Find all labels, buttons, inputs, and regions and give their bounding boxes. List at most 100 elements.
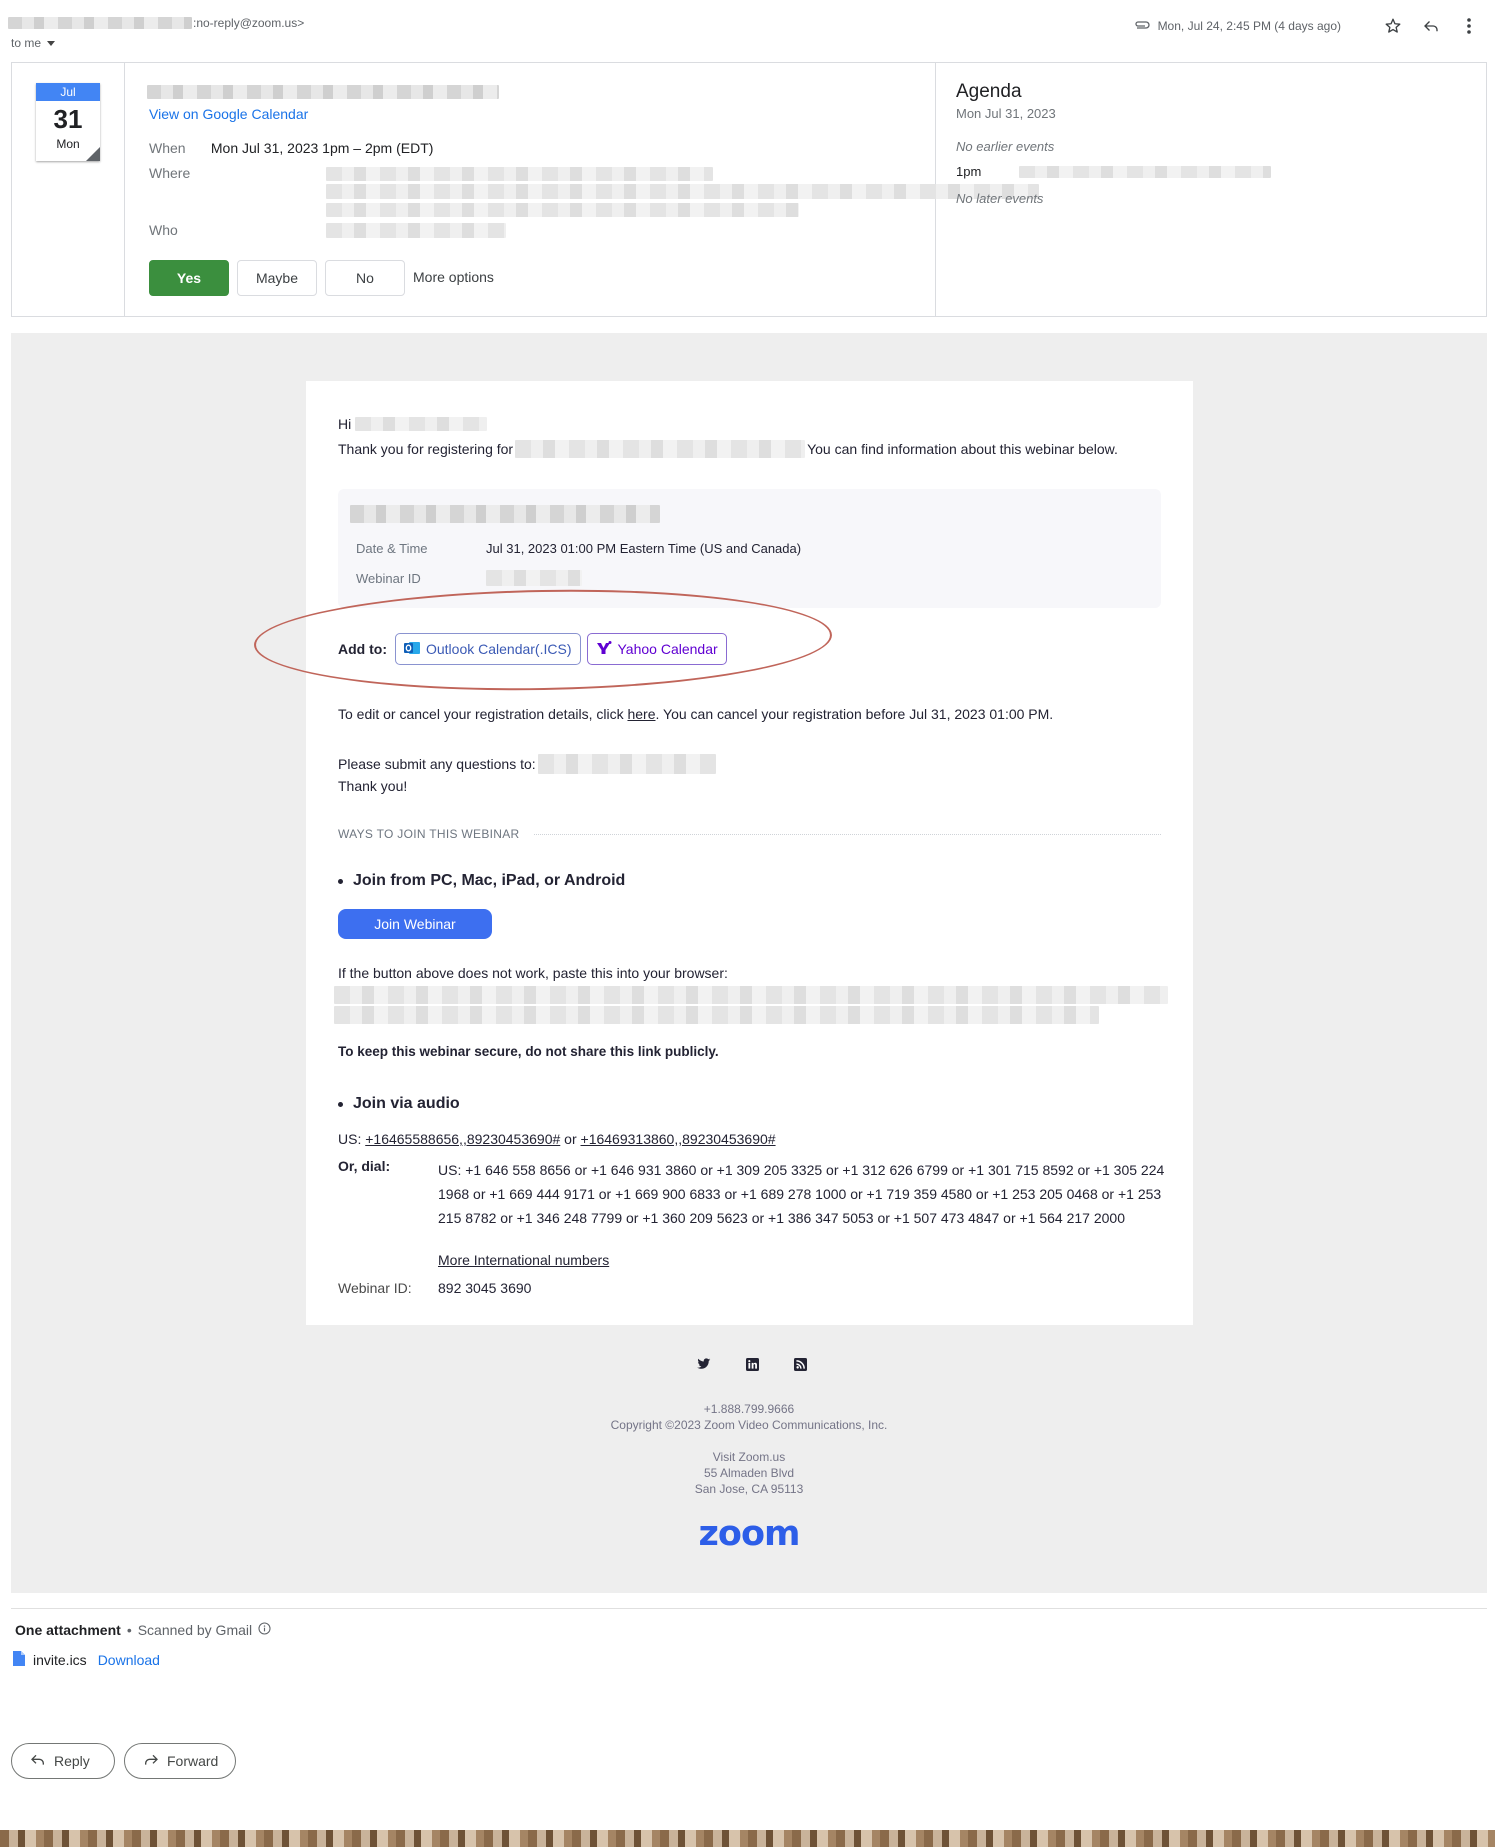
more-options-button[interactable]: More options <box>413 260 494 296</box>
agenda-date: Mon Jul 31, 2023 <box>956 106 1056 121</box>
edit-registration-link[interactable]: here <box>627 706 655 722</box>
rsvp-yes-button[interactable]: Yes <box>149 260 229 296</box>
forward-icon <box>143 1753 159 1770</box>
more-vertical-icon[interactable] <box>1457 14 1481 38</box>
event-when-row: When Mon Jul 31, 2023 1pm – 2pm (EDT) <box>149 140 433 156</box>
footer-address-line-1: 55 Almaden Blvd <box>703 1466 795 1480</box>
calendar-date-panel: Jul 31 Mon <box>12 63 125 316</box>
us-or: or <box>560 1131 581 1147</box>
us-prefix: US: <box>338 1131 366 1147</box>
us-one-tap-line: US: +16465588656,,89230453690# or +16469… <box>338 1131 776 1147</box>
more-international-numbers-link[interactable]: More International numbers <box>438 1252 609 1268</box>
agenda-title: Agenda <box>956 81 1022 102</box>
submit-questions-line: Please submit any questions to: <box>338 754 716 774</box>
thank-you-text: Thank you! <box>338 778 408 794</box>
footer-copyright: Copyright ©2023 Zoom Video Communication… <box>610 1418 888 1432</box>
footer-phone: +1.888.799.9666 <box>703 1402 795 1416</box>
add-to-calendar: Add to: Outlook Calendar(.ICS) Yahoo Cal… <box>338 633 727 665</box>
sender-line: :no-reply@zoom.us> <box>8 16 304 30</box>
page-fold-icon <box>86 147 100 161</box>
linkedin-icon[interactable] <box>740 1352 764 1376</box>
message-header: :no-reply@zoom.us> to me Mon, Jul 24, 2:… <box>0 0 1495 58</box>
forward-button[interactable]: Forward <box>124 1743 236 1779</box>
reply-icon[interactable] <box>1419 14 1443 38</box>
forward-label: Forward <box>167 1753 219 1769</box>
social-links <box>692 1352 812 1376</box>
join-pc-heading: Join from PC, Mac, iPad, or Android <box>338 872 625 890</box>
reply-icon <box>30 1753 46 1770</box>
paste-hint: If the button above does not work, paste… <box>338 965 728 981</box>
rsvp-no-button[interactable]: No <box>325 260 405 296</box>
calendar-invite-card: Jul 31 Mon View on Google Calendar When … <box>11 62 1487 317</box>
or-dial-label: Or, dial: <box>338 1158 391 1174</box>
event-title-redacted <box>147 85 499 99</box>
divider-line <box>533 833 1161 835</box>
footer-visit-link[interactable]: Visit Zoom.us <box>11 1450 1487 1464</box>
twitter-icon[interactable] <box>692 1352 716 1376</box>
calendar-date-icon: Jul 31 Mon <box>36 83 100 161</box>
join-webinar-button[interactable]: Join Webinar <box>338 909 492 939</box>
event-who-row: Who <box>149 222 207 238</box>
where-value-redacted <box>326 203 799 217</box>
join-pc-heading-text: Join from PC, Mac, iPad, or Android <box>353 872 626 889</box>
us-number-2-link[interactable]: +16469313860,,89230453690# <box>581 1131 776 1147</box>
bullet-icon <box>338 878 343 884</box>
recipient-name-redacted <box>355 417 488 431</box>
desktop-background-strip <box>0 1830 1495 1847</box>
agenda-event-title-redacted <box>1019 165 1272 178</box>
footer-address-line-2: San Jose, CA 95113 <box>694 1482 804 1496</box>
star-icon[interactable] <box>1381 14 1405 38</box>
event-where-row: Where <box>149 165 207 181</box>
date-time-row: Date & Time Jul 31, 2023 01:00 PM Easter… <box>356 541 801 556</box>
add-to-label: Add to: <box>338 641 387 657</box>
attachment-divider <box>11 1608 1487 1609</box>
webinar-info-box: Date & Time Jul 31, 2023 01:00 PM Easter… <box>338 489 1161 608</box>
agenda-panel: Agenda Mon Jul 31, 2023 No earlier event… <box>937 63 1487 316</box>
us-number-1-link[interactable]: +16465588656,,89230453690# <box>365 1131 560 1147</box>
sender-email: :no-reply@zoom.us> <box>193 16 305 30</box>
outlook-icon <box>403 640 420 659</box>
message-date: Mon, Jul 24, 2:45 PM (4 days ago) <box>1157 19 1341 33</box>
yahoo-calendar-button[interactable]: Yahoo Calendar <box>586 633 727 665</box>
bullet-icon <box>338 1101 343 1107</box>
sender-name-redacted <box>8 17 192 29</box>
webinar-id-redacted <box>486 570 582 586</box>
ways-to-join-heading: WAYS TO JOIN THIS WEBINAR <box>338 827 520 841</box>
secure-note: To keep this webinar secure, do not shar… <box>338 1044 719 1059</box>
paperclip-icon <box>1134 19 1150 33</box>
info-icon[interactable] <box>258 1622 271 1638</box>
date-time-label: Date & Time <box>356 541 428 556</box>
join-url-redacted <box>334 986 1168 1004</box>
separator-dot: • <box>126 1622 132 1638</box>
attachment-filename[interactable]: invite.ics <box>33 1652 87 1668</box>
event-details: View on Google Calendar When Mon Jul 31,… <box>125 63 1039 316</box>
calendar-month: Jul <box>36 83 100 101</box>
reply-label: Reply <box>54 1753 90 1769</box>
scanned-by-gmail: Scanned by Gmail <box>137 1622 253 1638</box>
where-value-redacted <box>326 167 713 181</box>
submit-questions-text: Please submit any questions to: <box>338 756 536 772</box>
join-audio-heading-text: Join via audio <box>353 1095 460 1112</box>
webinar-id-row: Webinar ID <box>356 570 582 586</box>
greeting: Hi <box>338 416 488 432</box>
agenda-event[interactable]: 1pm <box>956 164 1272 179</box>
webinar-id-footer-label: Webinar ID: <box>338 1280 412 1296</box>
webinar-id-label: Webinar ID <box>356 570 421 586</box>
recipient-label: to me <box>11 36 42 50</box>
webinar-title-redacted <box>350 505 660 523</box>
zoom-logo: zoom <box>698 1514 801 1554</box>
attachment-item: invite.ics Download <box>13 1651 160 1669</box>
rss-icon[interactable] <box>788 1352 812 1376</box>
recipient-dropdown[interactable]: to me <box>11 36 56 50</box>
greeting-text: Hi <box>338 416 352 432</box>
email-content-card: Hi Thank you for registering for You can… <box>306 381 1193 1325</box>
download-link[interactable]: Download <box>98 1652 160 1668</box>
when-value: Mon Jul 31, 2023 1pm – 2pm (EDT) <box>210 140 434 156</box>
where-label: Where <box>149 165 191 181</box>
outlook-calendar-button[interactable]: Outlook Calendar(.ICS) <box>394 633 581 665</box>
reply-button[interactable]: Reply <box>11 1743 115 1779</box>
agenda-event-time: 1pm <box>956 164 982 179</box>
rsvp-maybe-button[interactable]: Maybe <box>237 260 317 296</box>
view-on-google-calendar-link[interactable]: View on Google Calendar <box>149 106 308 122</box>
no-later-events: No later events <box>956 191 1044 206</box>
